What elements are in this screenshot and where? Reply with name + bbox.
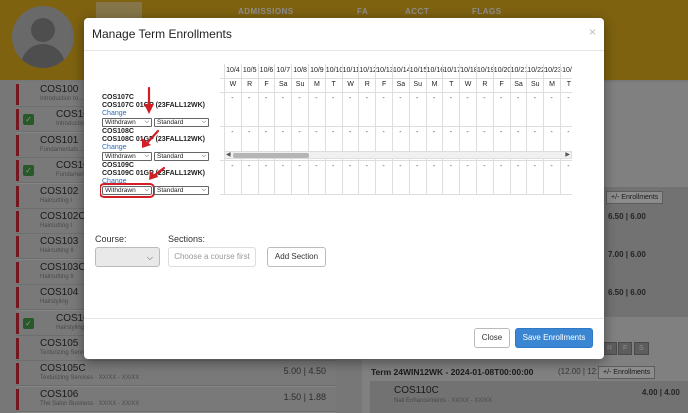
annotation-arrow-icon: [146, 129, 160, 144]
annotation-arrows: [142, 86, 166, 180]
manage-enrollments-modal: Manage Term Enrollments × 10/4 W - - -10/5 R -…: [84, 18, 604, 359]
annotation-arrow-icon: [153, 166, 166, 177]
arrowhead-icon: [144, 104, 154, 114]
